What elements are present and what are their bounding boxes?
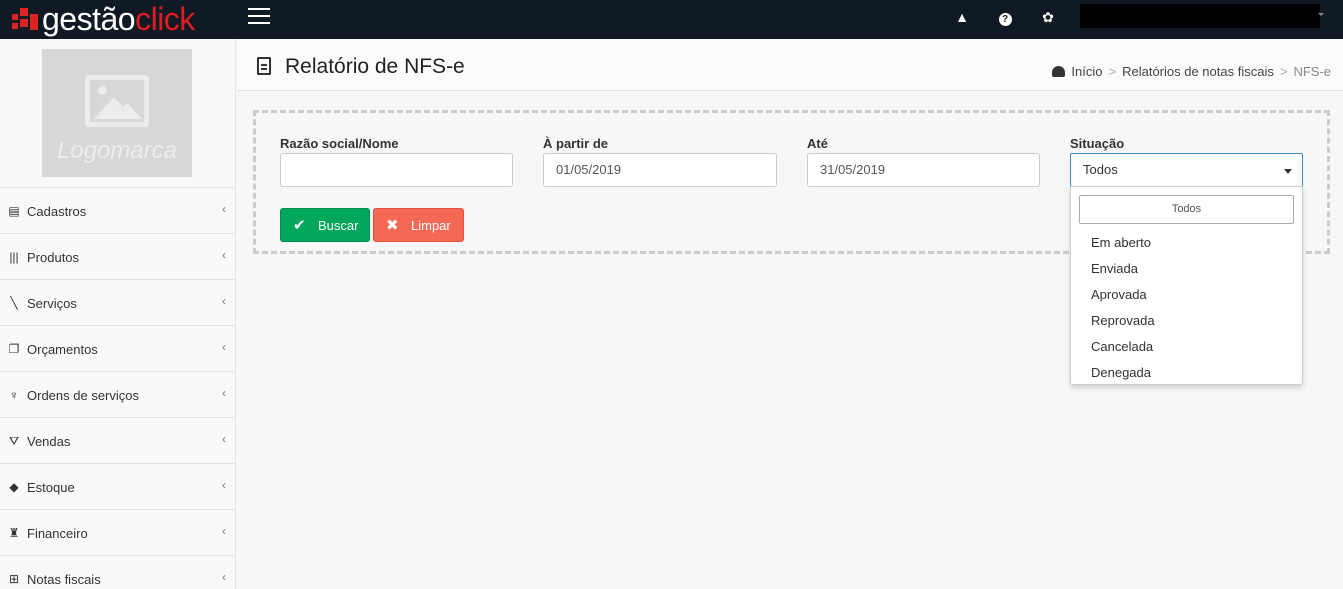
search-button[interactable]: ✔ Buscar: [280, 208, 370, 242]
chevron-left-icon: ‹: [222, 570, 226, 584]
sidebar-toggle-button[interactable]: [248, 8, 270, 26]
sidebar: Logomarca ▤ Cadastros ‹ ||| Produtos ‹ ╲…: [0, 39, 236, 589]
chevron-left-icon: ‹: [222, 294, 226, 308]
user-menu-caret-icon: [1318, 13, 1324, 16]
razao-social-label: Razão social/Nome: [280, 136, 399, 151]
sidebar-item-label: Produtos: [27, 250, 80, 265]
breadcrumb-home-link[interactable]: Início: [1071, 64, 1102, 79]
option-enviada[interactable]: Enviada: [1091, 261, 1138, 276]
company-logo-placeholder: Logomarca: [42, 49, 192, 177]
situacao-label: Situação: [1070, 136, 1125, 151]
clear-button[interactable]: ✖ Limpar: [373, 208, 464, 242]
option-aprovada[interactable]: Aprovada: [1091, 287, 1147, 302]
chevron-left-icon: ‹: [222, 478, 226, 492]
option-cancelada[interactable]: Cancelada: [1091, 339, 1153, 354]
documents-icon: ❐: [8, 342, 20, 356]
chevron-left-icon: ‹: [222, 432, 226, 446]
date-from-input[interactable]: 01/05/2019: [543, 153, 777, 187]
sidebar-item-orcamentos[interactable]: ❐ Orçamentos ‹: [0, 325, 236, 371]
chevron-left-icon: ‹: [222, 340, 226, 354]
sidebar-item-label: Cadastros: [27, 204, 87, 219]
content-header: Relatório de NFS-e Início > Relatórios de …: [237, 39, 1343, 91]
date-to-input[interactable]: 31/05/2019: [807, 153, 1040, 187]
image-icon: [85, 75, 149, 127]
sidebar-item-servicos[interactable]: ╲ Serviços ‹: [0, 279, 236, 325]
sidebar-item-label: Vendas: [27, 434, 71, 449]
date-to-label: Até: [807, 136, 828, 151]
breadcrumb: Início > Relatórios de notas fiscais > NFS-e: [1052, 64, 1331, 79]
screwdriver-icon: ╲: [10, 296, 18, 310]
sidebar-item-produtos[interactable]: ||| Produtos ‹: [0, 233, 236, 279]
brand-logo[interactable]: gestãoclick: [12, 0, 195, 39]
sidebar-item-label: Estoque: [27, 480, 75, 495]
sidebar-item-vendas[interactable]: ⛛ Vendas ‹: [0, 417, 236, 463]
list-card-icon: ▤: [8, 204, 20, 218]
chevron-left-icon: ‹: [222, 248, 226, 262]
option-reprovada[interactable]: Reprovada: [1091, 313, 1155, 328]
sidebar-item-label: Financeiro: [27, 526, 88, 541]
breadcrumb-current: NFS-e: [1293, 64, 1331, 79]
sidebar-item-label: Orçamentos: [27, 342, 98, 357]
option-em-aberto[interactable]: Em aberto: [1091, 235, 1151, 250]
option-denegada[interactable]: Denegada: [1091, 365, 1151, 380]
dropdown-search-input[interactable]: Todos: [1079, 195, 1294, 224]
situacao-selected-value: Todos: [1083, 162, 1118, 177]
barcode-icon: |||: [9, 250, 19, 264]
sitemap-icon: ⊞: [8, 572, 20, 586]
check-icon: ✔: [293, 217, 306, 234]
money-bag-icon: ♜: [8, 526, 20, 540]
sidebar-item-ordens-de-servicos[interactable]: ♆ Ordens de serviços ‹: [0, 371, 236, 417]
razao-social-input[interactable]: [280, 153, 513, 187]
sidebar-item-estoque[interactable]: ◆ Estoque ‹: [0, 463, 236, 509]
sidebar-item-financeiro[interactable]: ♜ Financeiro ‹: [0, 509, 236, 555]
trophy-icon: ♆: [9, 388, 19, 402]
gears-icon[interactable]: ✿: [1039, 8, 1057, 26]
page-title: Relatório de NFS-e: [285, 55, 465, 78]
warning-icon[interactable]: ▲: [953, 8, 971, 26]
sidebar-item-label: Ordens de serviços: [27, 388, 139, 403]
sidebar-item-cadastros[interactable]: ▤ Cadastros ‹: [0, 187, 236, 233]
basket-icon: ⛛: [8, 434, 20, 448]
help-icon[interactable]: ?: [996, 8, 1014, 26]
times-icon: ✖: [386, 217, 399, 234]
sidebar-item-notas-fiscais[interactable]: ⊞ Notas fiscais ‹: [0, 555, 236, 589]
search-button-label: Buscar: [318, 218, 359, 233]
breadcrumb-reports-link[interactable]: Relatórios de notas fiscais: [1122, 64, 1274, 79]
brand-name: gestãoclick: [42, 1, 195, 37]
chevron-left-icon: ‹: [222, 524, 226, 538]
user-menu[interactable]: [1080, 4, 1320, 28]
sidebar-item-label: Serviços: [27, 296, 77, 311]
sidebar-menu: ▤ Cadastros ‹ ||| Produtos ‹ ╲ Serviços …: [0, 187, 236, 589]
brand-mark-icon: [12, 6, 40, 34]
date-from-label: À partir de: [543, 136, 609, 151]
chevron-left-icon: ‹: [222, 386, 226, 400]
caret-down-icon: [1284, 169, 1292, 174]
situacao-dropdown: Todos Em aberto Enviada Aprovada Reprova…: [1070, 186, 1303, 385]
file-text-icon: [257, 57, 271, 75]
logo-placeholder-label: Logomarca: [56, 137, 178, 164]
top-navbar: gestãoclick ▲ ? ✿: [0, 0, 1343, 39]
chevron-left-icon: ‹: [222, 202, 226, 216]
cube-icon: ◆: [9, 480, 19, 494]
situacao-select[interactable]: Todos: [1070, 153, 1303, 187]
dashboard-icon: [1052, 66, 1066, 77]
sidebar-item-label: Notas fiscais: [27, 572, 101, 587]
clear-button-label: Limpar: [411, 218, 451, 233]
